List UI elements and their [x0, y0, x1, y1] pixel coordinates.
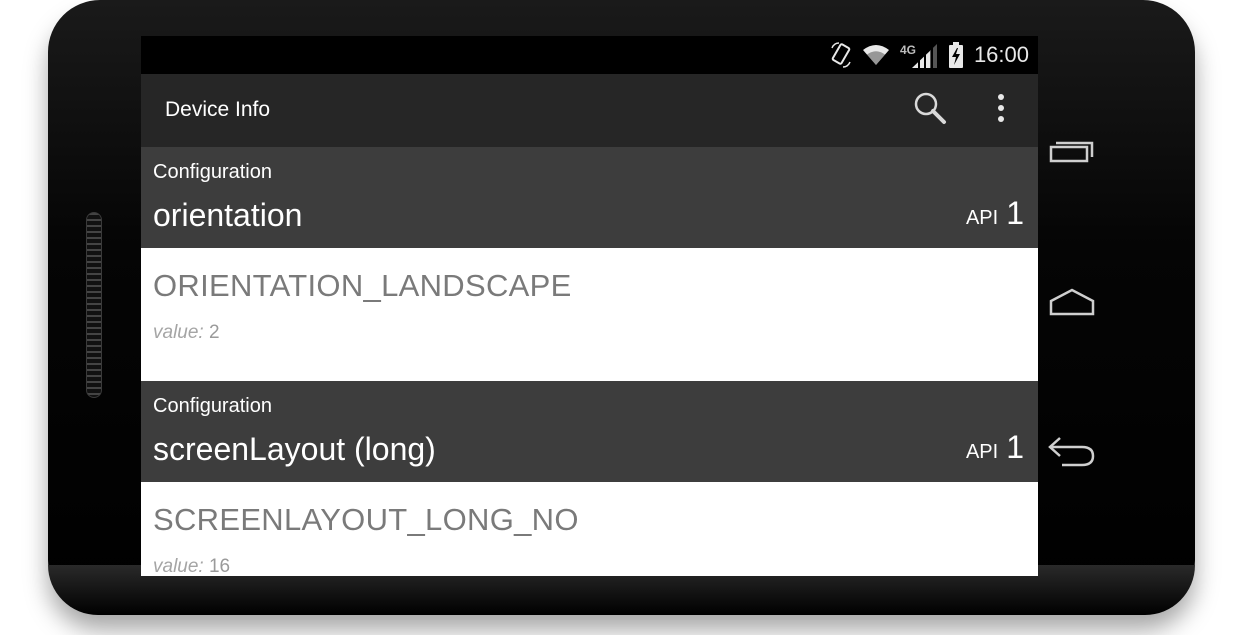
lte-icon: 4G	[900, 42, 938, 68]
section-name: screenLayout (long)	[153, 431, 436, 467]
section-body-screenlayout[interactable]: SCREENLAYOUT_LONG_NO value: 16	[141, 482, 1038, 576]
constant-name: SCREENLAYOUT_LONG_NO	[153, 502, 579, 537]
api-label: API	[965, 207, 999, 229]
wifi-icon	[862, 44, 890, 66]
value-line: value: 16	[153, 556, 230, 576]
rotate-icon	[830, 42, 852, 68]
value-line: value: 2	[153, 322, 220, 344]
action-bar: Device Info	[141, 74, 1038, 147]
status-icons: 4G 16:00	[830, 40, 1029, 70]
constant-name: ORIENTATION_LANDSCAPE	[153, 268, 572, 303]
overflow-menu-button[interactable]	[977, 86, 1025, 134]
overflow-menu-icon	[996, 93, 1006, 127]
api-level: API 1	[966, 195, 1024, 232]
network-type-label: 4G	[900, 43, 916, 57]
section-name: orientation	[153, 197, 303, 233]
status-time: 16:00	[973, 42, 1029, 67]
back-button[interactable]	[1046, 428, 1098, 480]
section-body-orientation[interactable]: ORIENTATION_LANDSCAPE value: 2	[141, 248, 1038, 381]
home-icon	[1048, 287, 1096, 321]
search-icon	[912, 90, 948, 130]
section-header-orientation[interactable]: Configuration orientation API 1	[141, 147, 1038, 248]
info-list[interactable]: Configuration orientation API 1 ORIENTAT…	[141, 147, 1038, 576]
recent-apps-icon	[1048, 137, 1096, 171]
section-category: Configuration	[153, 395, 272, 417]
speaker-grille	[86, 212, 102, 398]
api-label: API	[965, 441, 999, 463]
home-button[interactable]	[1046, 278, 1098, 330]
back-icon	[1046, 435, 1098, 473]
screen: 4G 16:00 Device Info Configuration orien…	[141, 36, 1038, 576]
section-category: Configuration	[153, 161, 272, 183]
status-bar: 4G 16:00	[141, 36, 1038, 74]
section-header-screenlayout[interactable]: Configuration screenLayout (long) API 1	[141, 381, 1038, 482]
recent-apps-button[interactable]	[1046, 128, 1098, 180]
battery-charging-icon	[948, 42, 964, 68]
api-number: 1	[1006, 195, 1024, 231]
api-number: 1	[1006, 429, 1024, 465]
app-title: Device Info	[165, 98, 271, 121]
value-label: value:	[153, 556, 204, 576]
api-level: API 1	[966, 429, 1024, 466]
search-button[interactable]	[906, 86, 954, 134]
value-number: 2	[208, 322, 220, 343]
value-number: 16	[208, 556, 231, 576]
value-label: value:	[153, 322, 204, 343]
